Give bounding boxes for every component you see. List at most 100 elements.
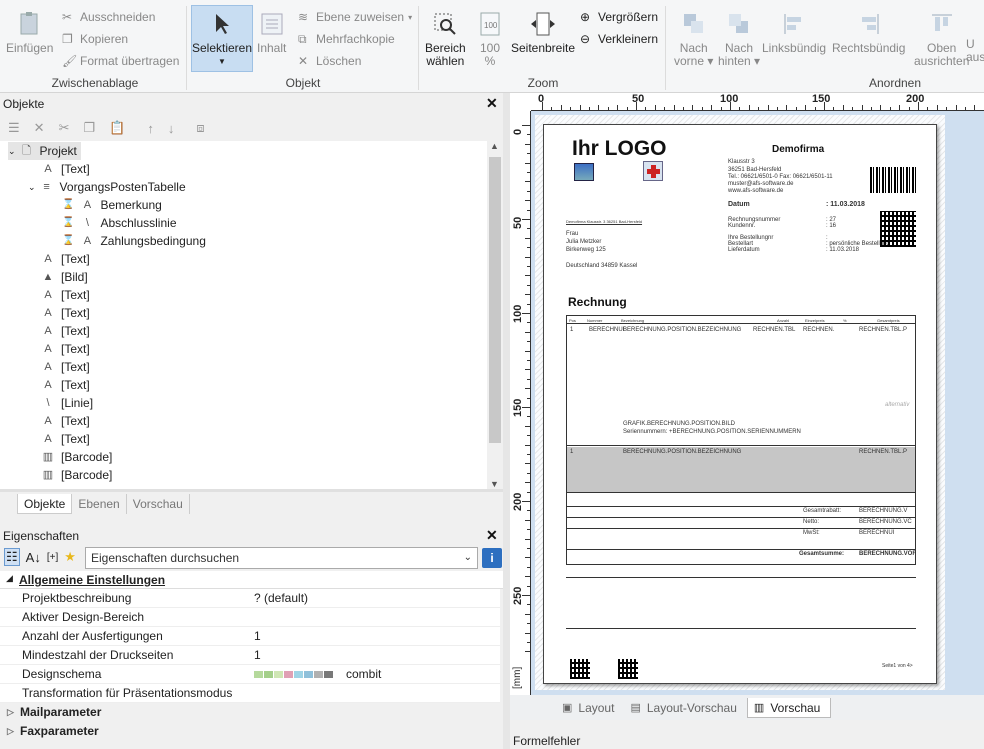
vergroessern-button[interactable]: ⊕ Vergrößern: [580, 7, 658, 27]
tree-item[interactable]: A [Text]: [28, 250, 89, 268]
nach-vorne-button[interactable]: Nach vorne ▾: [674, 10, 713, 68]
property-row[interactable]: Mindestzahl der Druckseiten 1: [0, 646, 500, 665]
expand-icon[interactable]: ▷: [7, 722, 14, 741]
move-up-icon[interactable]: ↑: [147, 121, 154, 136]
section-faxparameter[interactable]: ▷ Faxparameter: [0, 722, 503, 741]
categorized-icon[interactable]: ☷: [4, 548, 20, 566]
ruler-tick: [805, 105, 807, 110]
tree-item[interactable]: ⌄ ≡ VorgangsPostenTabelle: [28, 178, 186, 196]
einfuegen-button[interactable]: Einfügen: [6, 10, 53, 55]
table-header-cell: Pos: [569, 318, 576, 323]
tab-layout[interactable]: ▣ Layout: [556, 698, 624, 718]
tree-item[interactable]: ⌛ A Zahlungsbedingung: [62, 232, 206, 250]
mehrfachkopie-button[interactable]: ⧉ Mehrfachkopie: [298, 29, 395, 49]
chevron-down-icon[interactable]: ⌄: [8, 142, 16, 160]
ausschneiden-button[interactable]: ✂ Ausschneiden: [62, 7, 155, 27]
expand-icon[interactable]: [+]: [47, 552, 58, 563]
cut-icon[interactable]: ✂: [59, 120, 70, 136]
section-mailparameter[interactable]: ▷ Mailparameter: [0, 703, 503, 722]
ruler-corner: [510, 93, 531, 111]
move-down-icon[interactable]: ↓: [168, 121, 175, 136]
company-name: Demofirma: [772, 144, 825, 155]
expand-icon[interactable]: ▷: [7, 703, 14, 722]
ruler-tick: [525, 632, 530, 634]
barcode-icon: [870, 167, 916, 193]
tree-item[interactable]: ⌛ \ Abschlusslinie: [62, 214, 177, 232]
property-row[interactable]: Aktiver Design-Bereich: [0, 608, 500, 627]
sort-az-icon[interactable]: A↓: [26, 550, 41, 565]
verkleinern-button[interactable]: ⊖ Verkleinern: [580, 29, 658, 49]
inhalt-button[interactable]: Inhalt: [257, 10, 286, 55]
close-icon[interactable]: ✕: [486, 527, 498, 544]
chevron-down-icon[interactable]: ⌄: [464, 548, 472, 568]
invoice-table[interactable]: Pos Nummer Bezeichnung Anzahl Einzelpreis% Ge…: [566, 315, 916, 565]
format-uebertragen-button[interactable]: 🖌 Format übertragen: [62, 51, 179, 71]
tab-ebenen[interactable]: Ebenen: [72, 494, 127, 514]
ruler-tick: [767, 105, 769, 110]
tree-item[interactable]: ▥ [Barcode]: [28, 448, 113, 466]
selektieren-button[interactable]: Selektieren ▼: [191, 5, 253, 72]
invoice-page[interactable]: Ihr LOGO Demofirma Klausstr 3 36251 Bad-…: [543, 124, 937, 684]
zoom-100-button[interactable]: 100 100%: [476, 10, 504, 68]
group-icon[interactable]: ⧈: [196, 120, 204, 136]
section-allgemein[interactable]: ◢ Allgemeine Einstellungen: [0, 571, 503, 589]
ebene-zuweisen-button[interactable]: ≋ Ebene zuweisen ▾: [298, 7, 412, 27]
tab-layout-vorschau[interactable]: ▤ Layout-Vorschau: [624, 698, 746, 718]
copy-icon[interactable]: ❐: [83, 120, 95, 136]
tree-scrollbar[interactable]: ▲ ▼: [487, 141, 503, 489]
tree-item[interactable]: A [Text]: [28, 376, 89, 394]
tree-item[interactable]: A [Text]: [28, 358, 89, 376]
chevron-down-icon[interactable]: ⌄: [28, 178, 36, 196]
tree-item[interactable]: A [Text]: [28, 430, 89, 448]
ruler-tick: [880, 105, 882, 110]
barcode-icon: ▥: [42, 451, 54, 463]
qr-code-icon: [880, 211, 916, 247]
tree-item[interactable]: ⌄ 🗋 Projekt: [8, 142, 81, 160]
ruler-tick: [795, 107, 797, 110]
tab-vorschau[interactable]: Vorschau: [127, 494, 190, 514]
info-icon[interactable]: i: [482, 548, 502, 568]
rechtsbuendig-button[interactable]: Rechtsbündig: [832, 10, 905, 55]
ruler-tick: [525, 162, 530, 164]
property-row[interactable]: Designschema combit: [0, 665, 500, 684]
tree-item[interactable]: A [Text]: [28, 160, 89, 178]
close-icon[interactable]: ✕: [486, 95, 498, 112]
tree-item[interactable]: A [Text]: [28, 304, 89, 322]
bereich-waehlen-button[interactable]: Bereich wählen: [425, 10, 466, 68]
seitenbreite-button[interactable]: Seitenbreite: [510, 10, 576, 55]
tab-objekte[interactable]: Objekte: [17, 494, 73, 514]
paste-icon[interactable]: 📋: [109, 120, 125, 136]
properties-icon[interactable]: ☰: [8, 120, 20, 136]
kopieren-button[interactable]: ❐ Kopieren: [62, 29, 128, 49]
loeschen-button[interactable]: ✕ Löschen: [298, 51, 361, 71]
oben-ausrichten-button[interactable]: Oben ausrichten: [914, 10, 969, 68]
property-row[interactable]: Projektbeschreibung? (default): [0, 589, 500, 608]
tree-item[interactable]: ▥ [Barcode]: [28, 466, 113, 484]
tree-item[interactable]: \ [Linie]: [28, 394, 93, 412]
building-logo-icon: [574, 163, 594, 181]
delete-icon[interactable]: ✕: [34, 120, 45, 136]
unten-ausrichten-button[interactable]: Uaus: [966, 38, 984, 64]
favorite-star-icon[interactable]: ★: [64, 549, 76, 565]
tab-vorschau[interactable]: ▥ Vorschau: [746, 698, 832, 718]
ruler-tick: [833, 107, 835, 110]
tree-item[interactable]: A [Text]: [28, 340, 89, 358]
tree-item[interactable]: A [Text]: [28, 286, 89, 304]
property-row[interactable]: Transformation für Präsentationsmodus: [0, 684, 500, 703]
ruler-tick: [748, 105, 750, 110]
text-icon: A: [83, 199, 92, 211]
linksbuendig-button[interactable]: Linksbündig: [762, 10, 826, 55]
collapse-icon[interactable]: ◢: [6, 573, 13, 584]
tree-item[interactable]: ⌛ A Bemerkung: [62, 196, 162, 214]
tree-item[interactable]: ▲ [Bild]: [28, 268, 88, 286]
ruler-label: 50: [512, 216, 524, 229]
properties-search-input[interactable]: Eigenschaften durchsuchen ⌄: [85, 547, 478, 569]
company-address-2: Tel.: 06621/6501-0 Fax: 06621/6501-11: [728, 174, 833, 180]
property-row[interactable]: Anzahl der Ausfertigungen 1: [0, 627, 500, 646]
separator: [665, 6, 666, 90]
tree-item[interactable]: A [Text]: [28, 322, 89, 340]
datum-label: Datum: [728, 201, 750, 208]
nach-hinten-button[interactable]: Nach hinten ▾: [718, 10, 760, 68]
tree-item[interactable]: A [Text]: [28, 412, 89, 430]
splitter[interactable]: [503, 93, 510, 749]
